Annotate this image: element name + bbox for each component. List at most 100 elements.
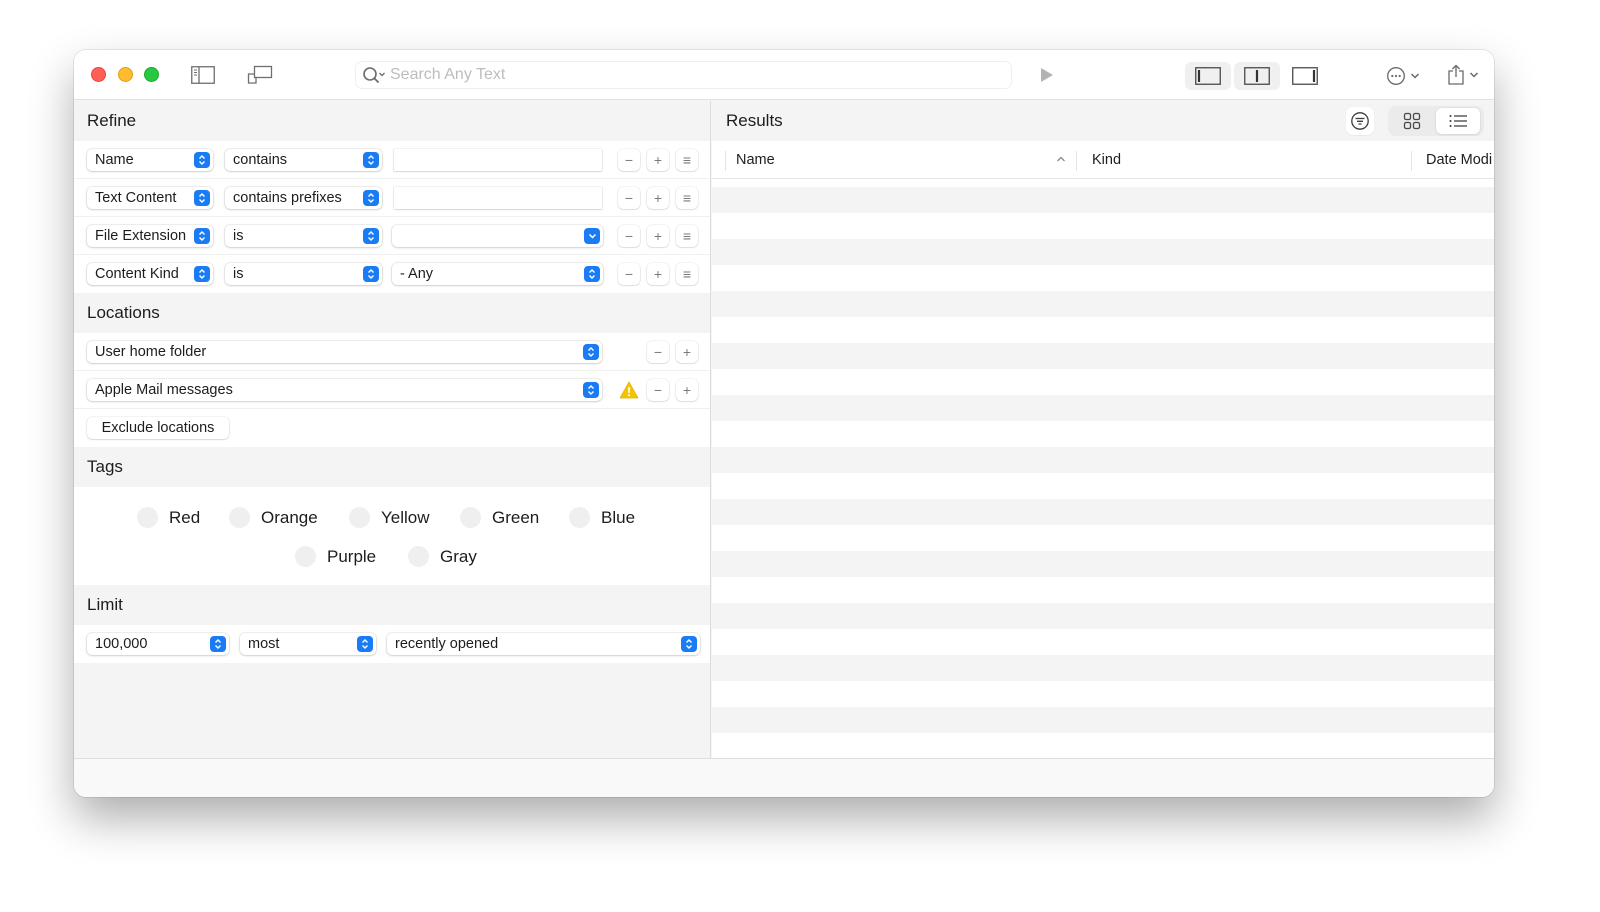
empty-list-row	[712, 395, 1494, 421]
grid-icon	[1403, 112, 1421, 130]
operator-popup[interactable]: is	[225, 225, 382, 247]
tag-checkbox[interactable]	[460, 507, 481, 528]
app-window: Refine Name contains − + ≡ Tex	[74, 50, 1494, 797]
search-input[interactable]	[390, 66, 990, 84]
tag-label: Blue	[601, 507, 636, 527]
tag-orange[interactable]: Orange	[229, 507, 318, 528]
add-row-button[interactable]: +	[647, 149, 669, 171]
limit-count-popup[interactable]: 100,000	[87, 633, 229, 655]
warning-icon[interactable]	[619, 380, 639, 400]
remove-row-button[interactable]: −	[618, 225, 640, 247]
tag-checkbox[interactable]	[137, 507, 158, 528]
limit-header: Limit	[74, 585, 710, 625]
list-view-button[interactable]	[1436, 108, 1480, 134]
add-row-button[interactable]: +	[647, 263, 669, 285]
minimize-window-button[interactable]	[118, 67, 133, 82]
column-date-modified[interactable]: Date Modi	[1426, 141, 1492, 178]
add-row-button[interactable]: +	[647, 187, 669, 209]
row-options-button[interactable]: ≡	[676, 187, 698, 209]
content-kind-popup[interactable]: - Any	[392, 263, 603, 285]
sidebar-icon	[191, 66, 215, 84]
column-kind-label: Kind	[1092, 151, 1122, 168]
windows-icon	[247, 65, 273, 84]
results-pane: Results Name Kind Date Modi	[712, 101, 1494, 758]
tag-gray[interactable]: Gray	[408, 546, 477, 567]
tag-green[interactable]: Green	[460, 507, 539, 528]
empty-list-row	[712, 733, 1494, 758]
operator-popup[interactable]: contains prefixes	[225, 187, 382, 209]
layout-split-button[interactable]	[1234, 62, 1280, 90]
attribute-popup[interactable]: Content Kind	[87, 263, 213, 285]
location-popup[interactable]: Apple Mail messages	[87, 379, 602, 401]
tag-yellow[interactable]: Yellow	[349, 507, 430, 528]
filter-button[interactable]	[1346, 107, 1374, 135]
results-list[interactable]	[712, 179, 1494, 758]
play-icon	[1041, 68, 1053, 82]
remove-row-button[interactable]: −	[618, 263, 640, 285]
operator-popup[interactable]: is	[225, 263, 382, 285]
tag-blue[interactable]: Blue	[569, 507, 635, 528]
attribute-popup[interactable]: File Extension	[87, 225, 213, 247]
remove-location-button[interactable]: −	[647, 341, 669, 363]
search-field[interactable]	[355, 61, 1012, 89]
results-header: Results	[712, 101, 1494, 141]
add-location-button[interactable]: +	[676, 379, 698, 401]
add-location-button[interactable]: +	[676, 341, 698, 363]
tag-checkbox[interactable]	[569, 507, 590, 528]
attribute-popup[interactable]: Text Content	[87, 187, 213, 209]
run-search-button[interactable]	[1036, 64, 1058, 86]
limit-order-popup[interactable]: most	[240, 633, 376, 655]
attribute-popup[interactable]: Name	[87, 149, 213, 171]
tag-checkbox[interactable]	[349, 507, 370, 528]
value-field[interactable]	[394, 149, 602, 171]
empty-list-row	[712, 317, 1494, 343]
column-name[interactable]: Name	[736, 141, 775, 178]
new-window-button[interactable]	[247, 64, 273, 86]
share-button[interactable]	[1440, 60, 1486, 90]
attribute-value: Name	[95, 152, 134, 168]
column-kind[interactable]: Kind	[1092, 141, 1121, 178]
exclude-locations-button[interactable]: Exclude locations	[87, 417, 229, 439]
sort-ascending-icon[interactable]	[1055, 153, 1067, 165]
location-value: User home folder	[95, 344, 207, 360]
sidebar-toggle-button[interactable]	[190, 64, 216, 86]
column-divider[interactable]	[1076, 151, 1077, 171]
tag-checkbox[interactable]	[229, 507, 250, 528]
magnifier-dropdown-icon[interactable]	[360, 61, 390, 89]
layout-right-button[interactable]	[1282, 62, 1328, 90]
tag-checkbox[interactable]	[295, 546, 316, 567]
more-actions-button[interactable]	[1380, 62, 1426, 90]
extension-combo[interactable]	[392, 225, 603, 247]
popup-stepper-icon	[194, 266, 210, 282]
maximize-window-button[interactable]	[144, 67, 159, 82]
tag-label: Green	[492, 507, 540, 527]
add-row-button[interactable]: +	[647, 225, 669, 247]
column-divider[interactable]	[1411, 151, 1412, 171]
tag-checkbox[interactable]	[408, 546, 429, 567]
column-divider	[725, 151, 726, 171]
remove-row-button[interactable]: −	[618, 149, 640, 171]
location-row: Apple Mail messages − +	[74, 371, 710, 409]
row-options-button[interactable]: ≡	[676, 225, 698, 247]
column-date-label: Date Modi	[1426, 151, 1493, 168]
remove-location-button[interactable]: −	[647, 379, 669, 401]
empty-list-row	[712, 473, 1494, 499]
empty-list-row	[712, 681, 1494, 707]
attribute-value: Text Content	[95, 190, 177, 206]
value-field[interactable]	[394, 187, 602, 209]
column-name-label: Name	[736, 151, 775, 168]
remove-row-button[interactable]: −	[618, 187, 640, 209]
limit-criterion-popup[interactable]: recently opened	[387, 633, 700, 655]
tag-red[interactable]: Red	[137, 507, 200, 528]
operator-popup[interactable]: contains	[225, 149, 382, 171]
refine-rows: Name contains − + ≡ Text Content contain…	[74, 141, 710, 293]
close-window-button[interactable]	[91, 67, 106, 82]
row-options-button[interactable]: ≡	[676, 263, 698, 285]
row-options-button[interactable]: ≡	[676, 149, 698, 171]
layout-left-button[interactable]	[1185, 62, 1231, 90]
popup-stepper-icon	[363, 190, 379, 206]
grid-view-button[interactable]	[1390, 108, 1434, 134]
popup-stepper-icon	[363, 266, 379, 282]
location-popup[interactable]: User home folder	[87, 341, 602, 363]
tag-purple[interactable]: Purple	[295, 546, 376, 567]
